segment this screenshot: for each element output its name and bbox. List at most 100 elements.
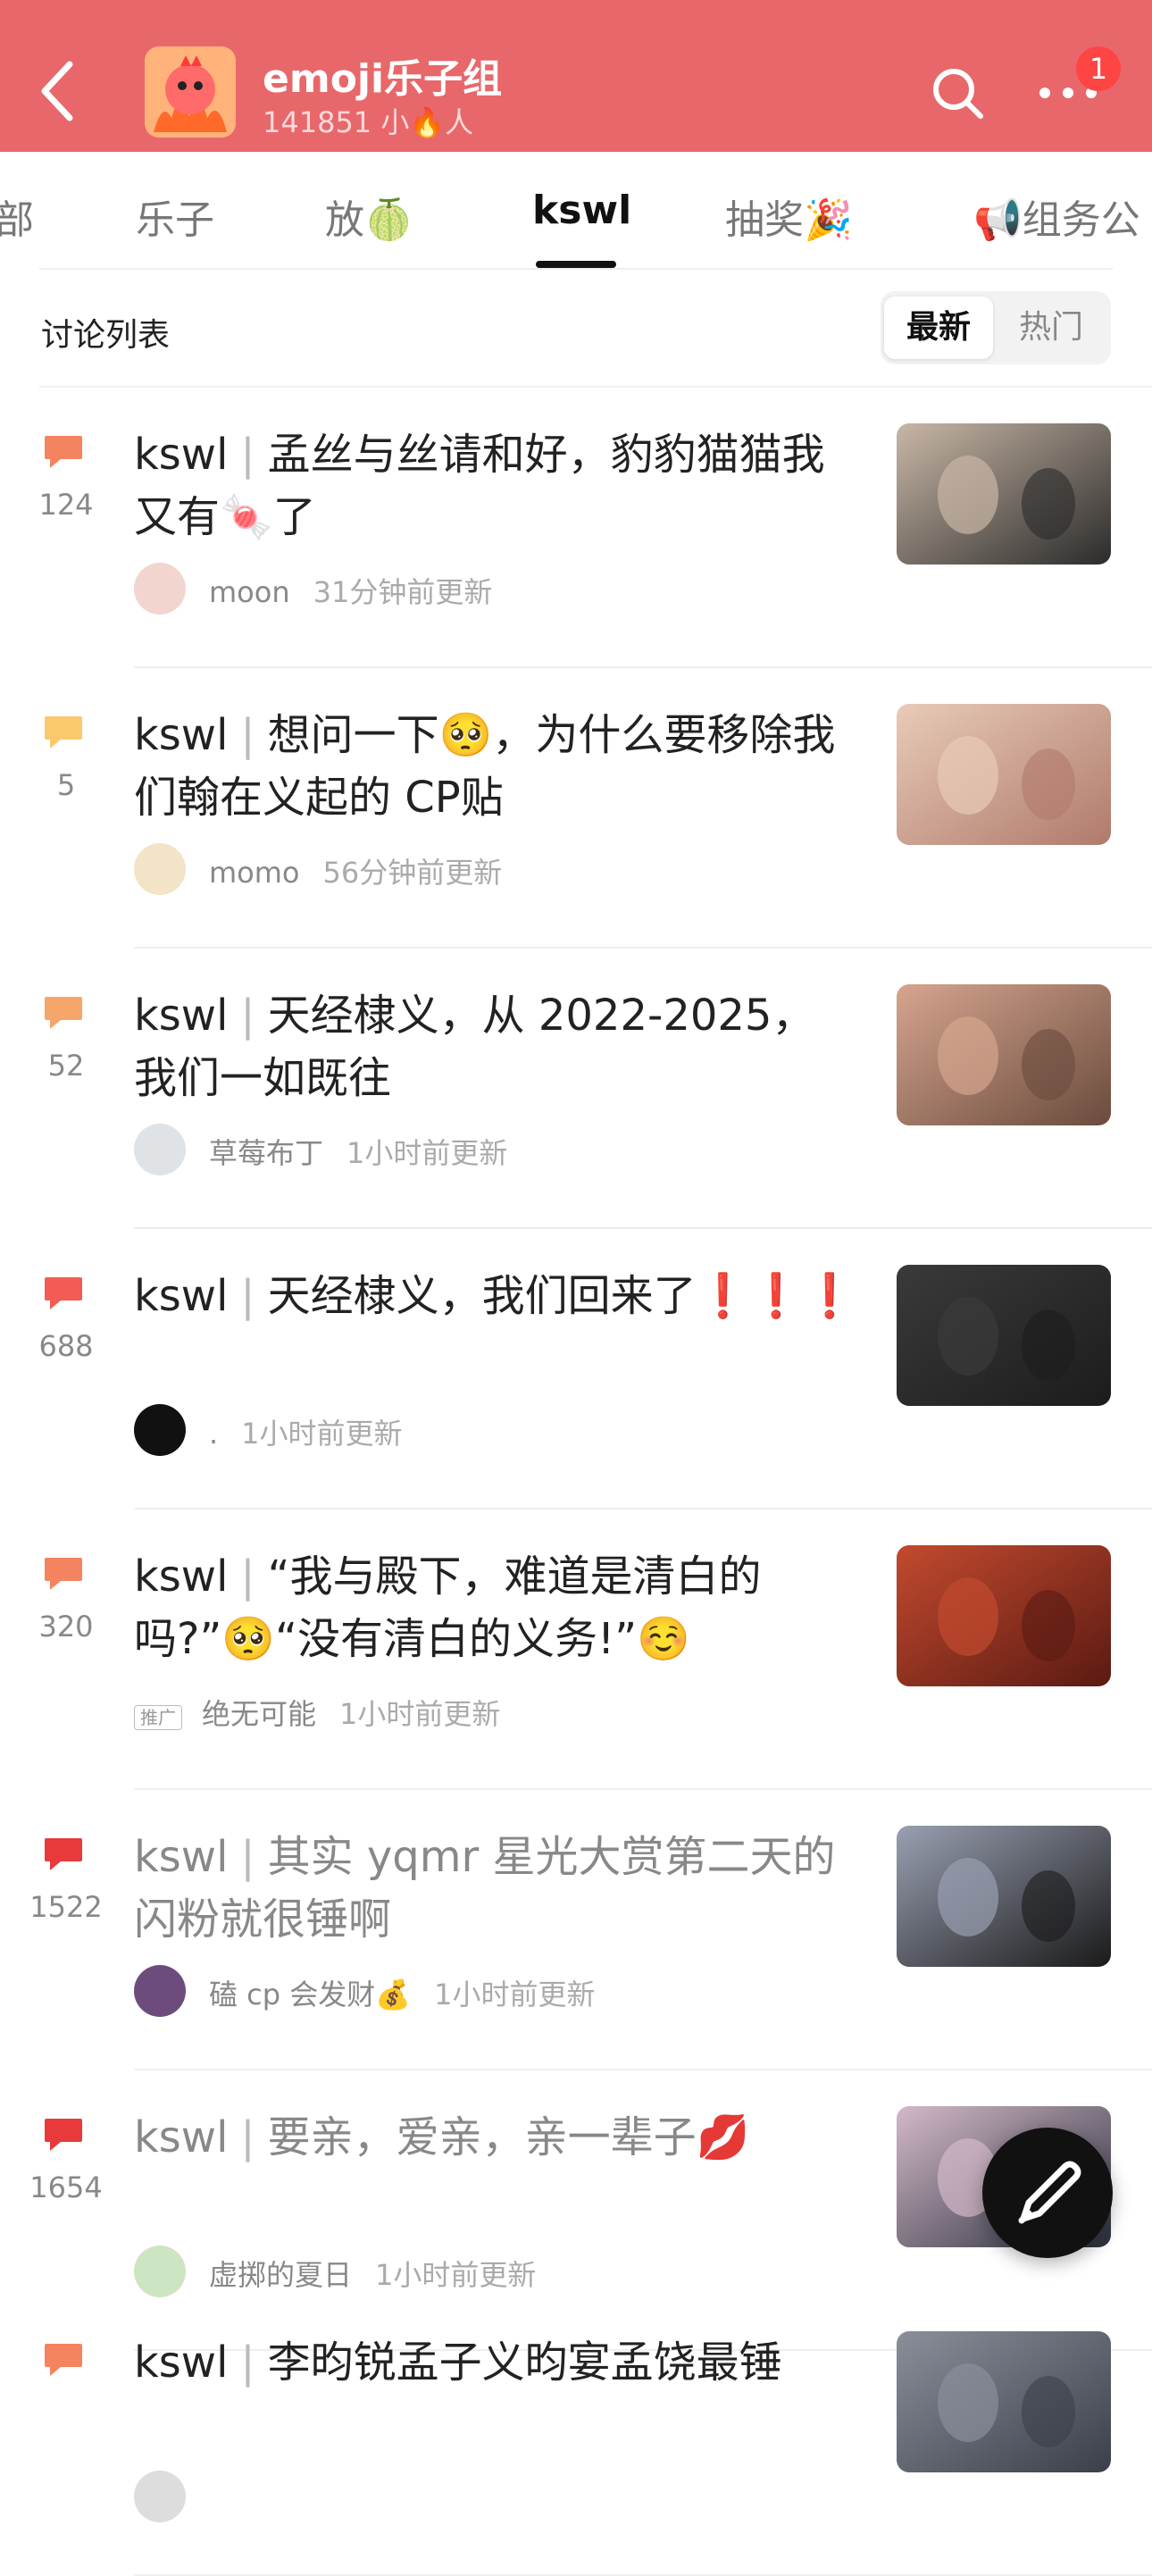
thumbnail-image bbox=[897, 423, 1111, 565]
comment-count: 5 bbox=[56, 768, 76, 802]
post-item[interactable]: 52 kswl | 天经棣义，从 2022-2025，我们一如既往 草莓布丁 1小时前… bbox=[0, 949, 1152, 1229]
comment-count: 320 bbox=[38, 1610, 94, 1643]
notification-badge: 1 bbox=[1076, 46, 1121, 91]
tab-lezi[interactable]: 乐子 bbox=[136, 188, 214, 245]
comment-icon bbox=[45, 1277, 82, 1309]
post-thumbnail bbox=[897, 984, 1111, 1125]
comment-icon bbox=[45, 1838, 82, 1870]
post-item[interactable]: 1522 kswl | 其实 yqmr 星光大赏第二天的闪粉就很锤啊 磕 cp 会发… bbox=[0, 1790, 1152, 2070]
tab-all[interactable]: 部 bbox=[0, 188, 34, 245]
post-title: kswl | 其实 yqmr 星光大赏第二天的闪粉就很锤啊 bbox=[134, 1826, 857, 1951]
author-avatar bbox=[134, 2471, 186, 2522]
comment-icon bbox=[45, 716, 82, 749]
author-name[interactable]: momo bbox=[209, 856, 300, 890]
member-count: 141851 小🔥人 bbox=[263, 105, 474, 139]
author-avatar bbox=[134, 1404, 186, 1456]
updated-time: 31分钟前更新 bbox=[313, 575, 493, 609]
post-item[interactable]: 124 kswl | 孟丝与丝请和好，豹豹猫猫我又有🍬了 moon 31分钟前更新 bbox=[0, 388, 1152, 668]
active-tab-indicator bbox=[536, 261, 616, 268]
updated-time: 1小时前更新 bbox=[339, 1697, 501, 1731]
post-tag: kswl bbox=[134, 430, 229, 480]
author-line: 推广 绝无可能 1小时前更新 bbox=[134, 1692, 500, 1733]
post-thumbnail bbox=[897, 704, 1111, 845]
separator: | bbox=[240, 430, 255, 480]
comment-count: 1522 bbox=[29, 1890, 103, 1924]
header: emoji乐子组 141851 小🔥人 1 bbox=[0, 0, 1152, 152]
post-tag: kswl bbox=[134, 1551, 229, 1602]
post-title-text: 要亲，爱亲，亲一辈子💋 bbox=[267, 2112, 750, 2162]
author-line: . 1小时前更新 bbox=[209, 1411, 403, 1452]
updated-time: 1小时前更新 bbox=[434, 1978, 596, 2011]
separator: | bbox=[240, 1832, 255, 1882]
post-title-text: 孟丝与丝请和好，豹豹猫猫我又有🍬了 bbox=[134, 430, 825, 542]
thumbnail-image bbox=[897, 2331, 1111, 2472]
comment-count: 124 bbox=[38, 488, 94, 522]
author-line: 磕 cp 会发财💰 1小时前更新 bbox=[209, 1972, 595, 2013]
sort-latest-button[interactable]: 最新 bbox=[884, 297, 993, 359]
post-tag: kswl bbox=[134, 1271, 229, 1321]
post-title: kswl | 天经棣义，从 2022-2025，我们一如既往 bbox=[134, 984, 857, 1109]
author-name[interactable]: . bbox=[209, 1417, 218, 1451]
author-avatar bbox=[134, 843, 186, 895]
group-avatar[interactable] bbox=[145, 46, 236, 138]
post-title: kswl | 李昀锐孟子义昀宴孟饶最锤 bbox=[134, 2331, 857, 2394]
thumbnail-image bbox=[897, 1265, 1111, 1406]
comment-icon bbox=[45, 1558, 82, 1590]
post-item[interactable]: 5 kswl | 想问一下🥺，为什么要移除我们翰在义起的 CP贴 momo 56分钟前… bbox=[0, 668, 1152, 949]
updated-time: 1小时前更新 bbox=[241, 1417, 403, 1451]
author-line: momo 56分钟前更新 bbox=[209, 850, 502, 891]
post-tag: kswl bbox=[134, 2338, 229, 2388]
thumbnail-image bbox=[897, 704, 1111, 845]
post-item[interactable]: 688 kswl | 天经棣义，我们回来了❗️❗️❗️ . 1小时前更新 bbox=[0, 1229, 1152, 1510]
updated-time: 56分钟前更新 bbox=[322, 856, 503, 890]
group-avatar-image bbox=[145, 46, 236, 138]
separator: | bbox=[240, 2338, 255, 2388]
author-name[interactable]: 绝无可能 bbox=[202, 1697, 316, 1731]
author-name[interactable]: moon bbox=[209, 575, 290, 609]
sort-hot-button[interactable]: 热门 bbox=[997, 297, 1106, 359]
tab-announcement[interactable]: 📢组务公 bbox=[973, 188, 1140, 245]
author-line bbox=[209, 2478, 232, 2512]
post-title-text: 想问一下🥺，为什么要移除我们翰在义起的 CP贴 bbox=[134, 710, 836, 823]
author-line: moon 31分钟前更新 bbox=[209, 570, 492, 611]
post-tag: kswl bbox=[134, 1832, 229, 1882]
author-name[interactable]: 磕 cp 会发财💰 bbox=[209, 1978, 411, 2011]
tab-fang[interactable]: 放🍈 bbox=[325, 188, 413, 245]
comment-count: 1654 bbox=[29, 2170, 103, 2204]
post-thumbnail bbox=[897, 1265, 1111, 1406]
comment-count: 688 bbox=[38, 1329, 94, 1363]
updated-time: 1小时前更新 bbox=[346, 1136, 508, 1170]
discussion-list-title: 讨论列表 bbox=[41, 317, 171, 354]
author-avatar bbox=[134, 2246, 186, 2297]
separator: | bbox=[240, 991, 255, 1041]
comment-icon bbox=[45, 436, 82, 468]
post-item[interactable]: 320 kswl | “我与殿下，难道是清白的吗?”🥺“没有清白的义务!”☺️ 推广… bbox=[0, 1510, 1152, 1790]
sort-toggle: 最新 热门 bbox=[881, 291, 1111, 364]
author-line: 虚掷的夏日 1小时前更新 bbox=[209, 2253, 536, 2294]
post-title-text: 天经棣义，我们回来了❗️❗️❗️ bbox=[267, 1271, 856, 1321]
author-name[interactable]: 虚掷的夏日 bbox=[209, 2258, 352, 2292]
back-arrow-icon[interactable] bbox=[36, 55, 80, 127]
post-title-text: 李昀锐孟子义昀宴孟饶最锤 bbox=[267, 2338, 782, 2388]
post-thumbnail bbox=[897, 1826, 1111, 1967]
tab-lottery[interactable]: 抽奖🎉 bbox=[725, 188, 853, 245]
post-tag: kswl bbox=[134, 991, 229, 1041]
post-tag: kswl bbox=[134, 2112, 229, 2162]
post-title: kswl | 天经棣义，我们回来了❗️❗️❗️ bbox=[134, 1265, 857, 1327]
updated-time: 1小时前更新 bbox=[375, 2258, 537, 2292]
post-title: kswl | 想问一下🥺，为什么要移除我们翰在义起的 CP贴 bbox=[134, 704, 857, 829]
author-name[interactable]: 草莓布丁 bbox=[209, 1136, 323, 1170]
author-avatar bbox=[134, 1965, 186, 2017]
tab-kswl[interactable]: kswl bbox=[532, 188, 631, 233]
post-thumbnail bbox=[897, 423, 1111, 565]
thumbnail-image bbox=[897, 1826, 1111, 1967]
group-title: emoji乐子组 bbox=[263, 56, 503, 102]
comment-count: 52 bbox=[47, 1049, 85, 1083]
search-icon[interactable] bbox=[929, 64, 986, 121]
divider bbox=[39, 268, 1113, 270]
thumbnail-image bbox=[897, 984, 1111, 1125]
post-item[interactable]: kswl | 李昀锐孟子义昀宴孟饶最锤 bbox=[0, 2296, 1152, 2576]
separator: | bbox=[240, 710, 255, 760]
post-title: kswl | 孟丝与丝请和好，豹豹猫猫我又有🍬了 bbox=[134, 423, 857, 548]
compose-button[interactable] bbox=[982, 2128, 1113, 2258]
